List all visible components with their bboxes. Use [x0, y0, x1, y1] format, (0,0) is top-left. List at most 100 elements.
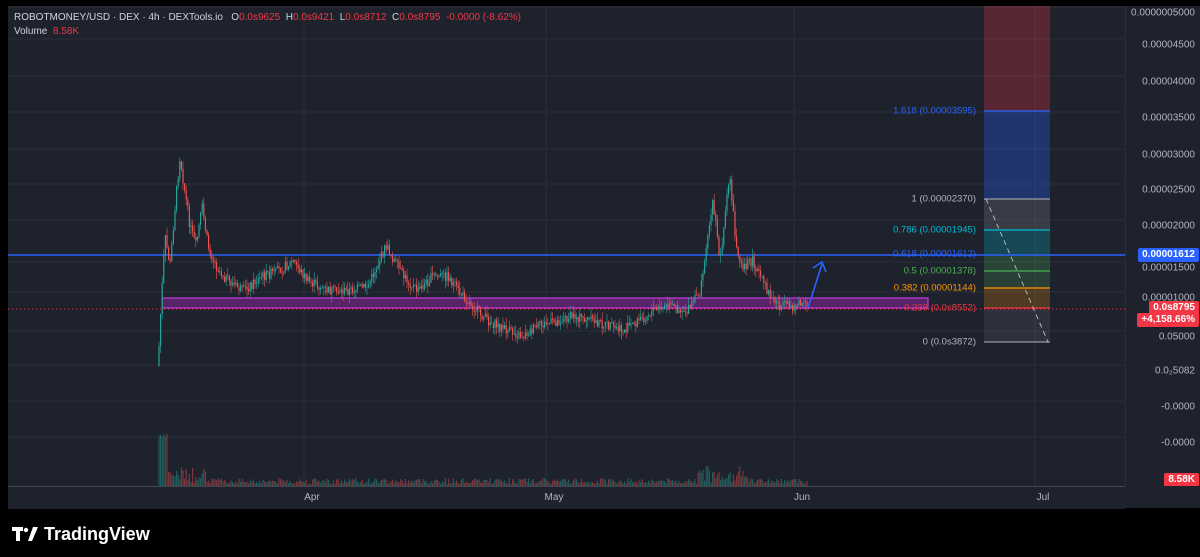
candle-body	[467, 303, 469, 305]
candle-body	[664, 305, 666, 308]
candle-body	[273, 269, 275, 271]
volume-bar	[188, 473, 190, 486]
volume-bar	[603, 479, 605, 486]
candle-body	[512, 328, 514, 335]
candle-body	[473, 309, 475, 312]
candle-body	[304, 273, 306, 278]
candle-body	[680, 309, 682, 313]
candle-body	[662, 307, 664, 310]
candle-body	[526, 332, 528, 336]
volume-tag: 8.58K	[1164, 473, 1199, 487]
candle-body	[568, 318, 570, 323]
candle-body	[352, 287, 354, 293]
volume-bar	[793, 479, 795, 486]
candle-body	[414, 284, 416, 286]
candle-body	[708, 225, 710, 235]
chart-svg[interactable]	[8, 6, 1125, 486]
candle-body	[432, 273, 434, 275]
change-value: -0.0000 (-8.62%)	[445, 12, 522, 23]
low-value: 0.0s8712	[345, 12, 387, 23]
candle-body	[328, 286, 330, 293]
y-tick: 0.00003000	[1142, 149, 1195, 161]
candle-body	[356, 284, 358, 290]
candle-body	[560, 322, 562, 325]
volume-bar	[532, 478, 534, 486]
candle-body	[280, 268, 282, 274]
candle-body	[574, 313, 576, 319]
axis-corner	[1125, 486, 1200, 508]
candle-body	[176, 185, 178, 211]
candle-body	[622, 332, 624, 334]
volume-bar	[184, 478, 186, 486]
volume-bar	[382, 479, 384, 486]
price-axis[interactable]: 0.0000005000 0.00004500 0.00004000 0.000…	[1125, 6, 1200, 487]
y-tick: 0.05000	[1158, 331, 1195, 343]
volume-bar	[742, 471, 744, 486]
volume-bar	[553, 479, 555, 486]
volume-legend: Volume 8.58K	[14, 26, 79, 37]
volume-bar	[518, 478, 520, 486]
candle-body	[420, 285, 422, 289]
chart-plot-area[interactable]: 1.618 (0.00003595) 1 (0.00002370) 0.786 …	[8, 6, 1125, 486]
candle-body	[216, 262, 218, 271]
candle-body	[513, 333, 515, 335]
candle-body	[478, 305, 480, 308]
candle-body	[720, 253, 722, 256]
candle-body	[793, 304, 795, 311]
candle-body	[692, 301, 694, 303]
candle-body	[249, 282, 251, 292]
candle-body	[228, 275, 230, 281]
candle-body	[438, 275, 440, 277]
time-axis[interactable]: Apr May Jun Jul	[8, 486, 1125, 509]
candle-body	[382, 251, 384, 257]
candle-body	[275, 267, 277, 270]
support-zone[interactable]	[161, 297, 929, 309]
candle-body	[564, 316, 566, 319]
volume-bar	[384, 479, 386, 486]
candle-body	[323, 286, 325, 288]
candle-body	[177, 178, 179, 186]
y-tick: 0.00004500	[1142, 39, 1195, 51]
candle-body	[270, 268, 272, 279]
volume-bar	[161, 436, 163, 486]
candle-body	[481, 314, 483, 320]
candle-body	[208, 235, 210, 249]
candle-body	[353, 291, 355, 293]
candle-body	[648, 315, 650, 317]
candle-body	[342, 289, 344, 294]
fib-label-786: 0.786 (0.00001945)	[893, 224, 976, 236]
tradingview-brand[interactable]: TradingView	[12, 522, 150, 546]
volume-bar	[700, 472, 702, 486]
candle-body	[166, 235, 168, 248]
symbol-title[interactable]: ROBOTMONEY/USD · DEX · 4h · DEXTools.io	[14, 12, 223, 23]
volume-bar	[168, 471, 170, 486]
candle-body	[326, 287, 328, 293]
candle-body	[260, 277, 262, 279]
volume-bar	[747, 478, 749, 486]
candle-body	[396, 260, 398, 262]
candle-body	[380, 251, 382, 262]
volume-bar	[520, 479, 522, 486]
candle-body	[611, 322, 613, 324]
volume-bar	[564, 479, 566, 486]
volume-bar	[171, 475, 173, 486]
volume-bar	[278, 478, 280, 486]
candle-body	[584, 317, 586, 322]
volume-bar	[352, 479, 354, 486]
candle-body	[577, 317, 579, 323]
volume-bar	[740, 476, 742, 486]
candle-body	[168, 247, 170, 260]
volume-bar	[707, 466, 709, 486]
candle-body	[254, 279, 256, 285]
candle-body	[524, 332, 526, 339]
candle-body	[248, 289, 250, 292]
volume-bar	[238, 478, 240, 486]
volume-bar	[739, 466, 741, 486]
volume-bar	[601, 478, 603, 486]
fib-band-5	[984, 271, 1050, 288]
candle-body	[488, 317, 490, 326]
fib-label-236: 0.236 (0.0s8552)	[904, 302, 976, 314]
candle-body	[620, 325, 622, 333]
candle-body	[681, 310, 683, 313]
candle-body	[406, 275, 408, 283]
